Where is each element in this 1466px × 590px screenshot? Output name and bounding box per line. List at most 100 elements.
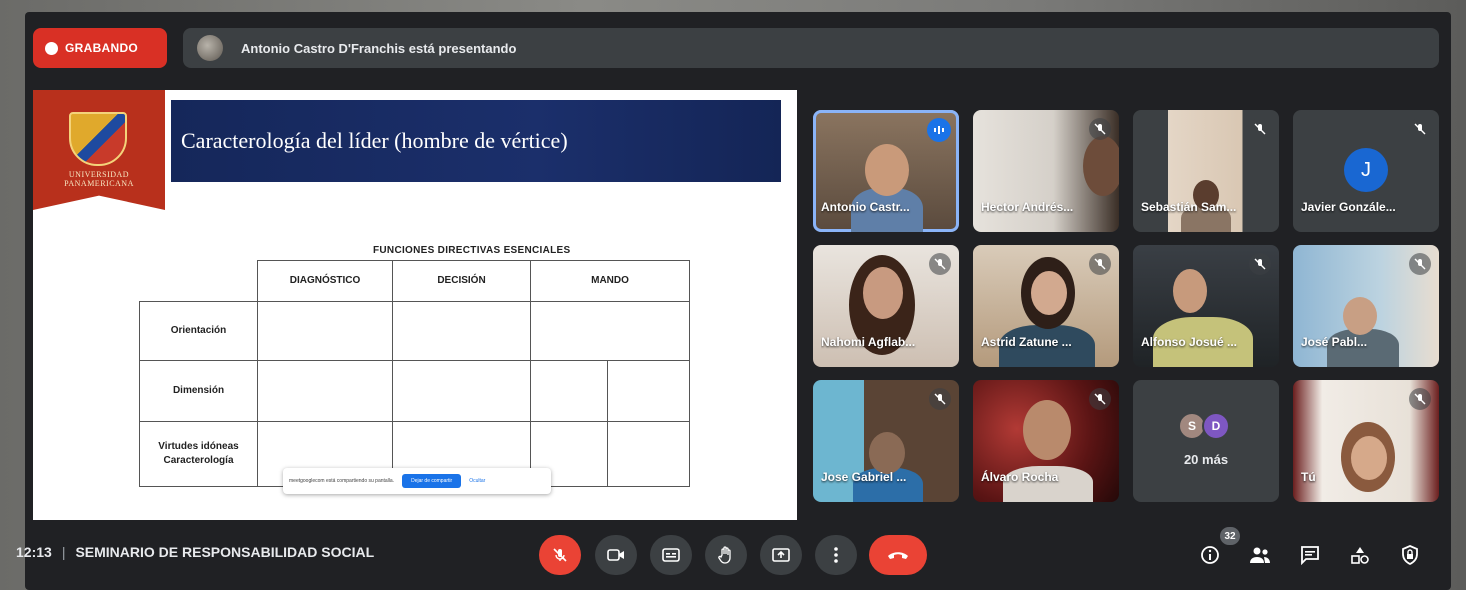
table-cell (530, 301, 690, 361)
participant-video (1031, 271, 1067, 315)
mic-off-icon (553, 548, 567, 562)
table-cell (530, 360, 608, 422)
present-screen-button[interactable] (760, 535, 802, 575)
participant-video (1083, 136, 1119, 196)
shield-lock-icon (1402, 545, 1418, 565)
participant-video (869, 432, 905, 474)
mic-off-icon (1089, 118, 1111, 140)
participant-video (1173, 269, 1207, 313)
column-header: DECISIÓN (392, 260, 531, 302)
mic-off-icon (929, 253, 951, 275)
share-message: meetgooglecom está compartiendo su panta… (289, 478, 395, 484)
participant-name: Álvaro Rocha (981, 470, 1059, 484)
activities-icon (1351, 547, 1369, 564)
slide-title: Caracterología del líder (hombre de vért… (181, 128, 568, 153)
meet-window: GRABANDO Antonio Castro D'Franchis está … (25, 12, 1451, 590)
table-title: FUNCIONES DIRECTIVAS ESENCIALES (373, 245, 571, 256)
chat-icon (1301, 546, 1319, 565)
people-button[interactable] (1246, 541, 1274, 569)
participant-name: José Pabl... (1301, 335, 1368, 349)
mic-off-icon (1409, 118, 1431, 140)
hide-popup-link[interactable]: Ocultar (469, 478, 485, 484)
people-count-badge: 32 (1220, 527, 1240, 545)
stop-sharing-button[interactable]: Dejar de compartir (402, 474, 462, 488)
mic-off-icon (1409, 253, 1431, 275)
more-avatars: S D (1178, 412, 1230, 440)
row-header: Virtudes idóneas Caracterología (139, 421, 258, 487)
participant-name: Tú (1301, 470, 1316, 484)
table-cell (257, 360, 393, 422)
participant-tile[interactable]: Nahomi Agflab... (813, 245, 959, 367)
participant-tile[interactable]: Alfonso Josué ... (1133, 245, 1279, 367)
more-count-label: 20 más (1183, 452, 1229, 467)
participant-name: Alfonso Josué ... (1141, 335, 1238, 349)
mini-avatar: D (1202, 412, 1230, 440)
recording-label: GRABANDO (65, 41, 139, 55)
participant-name: Nahomi Agflab... (821, 335, 916, 349)
mic-off-icon (929, 388, 951, 410)
captions-icon (662, 548, 680, 562)
participant-video (865, 144, 909, 196)
slide-title-bar: Caracterología del líder (hombre de vért… (171, 100, 781, 182)
mic-off-icon (1249, 253, 1271, 275)
participant-name: Sebastián Sam... (1141, 200, 1237, 214)
mic-off-icon (1089, 253, 1111, 275)
recording-badge[interactable]: GRABANDO (33, 28, 167, 68)
participant-video (863, 267, 903, 319)
present-icon (772, 548, 790, 562)
hand-icon (718, 546, 731, 564)
record-dot-icon (45, 41, 58, 55)
participant-tile[interactable]: Antonio Castr... (813, 110, 959, 232)
participant-video (1023, 400, 1071, 460)
logo-shield-icon (69, 112, 127, 166)
row-header: Orientación (139, 301, 258, 361)
participant-tile[interactable]: Tú (1293, 380, 1439, 502)
speaking-indicator-icon (927, 118, 951, 142)
people-icon (1250, 547, 1270, 563)
meeting-details: 12:13 | SEMINARIO DE RESPONSABILIDAD SOC… (16, 544, 374, 560)
presenting-banner: Antonio Castro D'Franchis está presentan… (183, 28, 1439, 68)
logo-text: UNIVERSIDAD PANAMERICANA (64, 170, 134, 188)
mic-off-icon (1409, 388, 1431, 410)
captions-button[interactable] (650, 535, 692, 575)
row-header: Dimensión (139, 360, 258, 422)
participant-video (1343, 297, 1377, 335)
table-cell (607, 360, 690, 422)
participant-name: Hector Andrés... (981, 200, 1074, 214)
meeting-name: SEMINARIO DE RESPONSABILIDAD SOCIAL (75, 544, 375, 560)
info-icon (1201, 546, 1219, 564)
participant-tile[interactable]: Álvaro Rocha (973, 380, 1119, 502)
more-participants-tile[interactable]: S D 20 más (1133, 380, 1279, 502)
mic-toggle-button[interactable] (539, 535, 581, 575)
participant-tile[interactable]: J Javier Gonzále... (1293, 110, 1439, 232)
participant-tile[interactable]: Sebastián Sam... (1133, 110, 1279, 232)
table-cell (392, 360, 531, 422)
shared-screen: UNIVERSIDAD PANAMERICANA Caracterología … (33, 90, 797, 520)
table-cell (607, 421, 690, 487)
separator: | (61, 544, 66, 560)
camera-toggle-button[interactable] (595, 535, 637, 575)
host-controls-button[interactable] (1396, 541, 1424, 569)
raise-hand-button[interactable] (705, 535, 747, 575)
mic-off-icon (1089, 388, 1111, 410)
leave-call-button[interactable] (869, 535, 927, 575)
column-header: MANDO (530, 260, 690, 302)
clock-time: 12:13 (16, 544, 52, 560)
camera-icon (607, 549, 624, 561)
participant-tile[interactable]: José Pabl... (1293, 245, 1439, 367)
more-options-button[interactable] (815, 535, 857, 575)
more-vert-icon (834, 547, 838, 563)
participant-name: Javier Gonzále... (1301, 200, 1396, 214)
participant-name: Antonio Castr... (821, 200, 910, 214)
hang-up-icon (888, 552, 908, 559)
participant-avatar: J (1344, 148, 1388, 192)
chat-button[interactable] (1296, 541, 1324, 569)
meeting-info-button[interactable] (1196, 541, 1224, 569)
table-cell (257, 301, 393, 361)
participant-name: Jose Gabriel ... (821, 470, 907, 484)
participant-tile[interactable]: Jose Gabriel ... (813, 380, 959, 502)
participant-name: Astrid Zatune ... (981, 335, 1072, 349)
participant-tile[interactable]: Astrid Zatune ... (973, 245, 1119, 367)
activities-button[interactable] (1346, 541, 1374, 569)
participant-tile[interactable]: Hector Andrés... (973, 110, 1119, 232)
